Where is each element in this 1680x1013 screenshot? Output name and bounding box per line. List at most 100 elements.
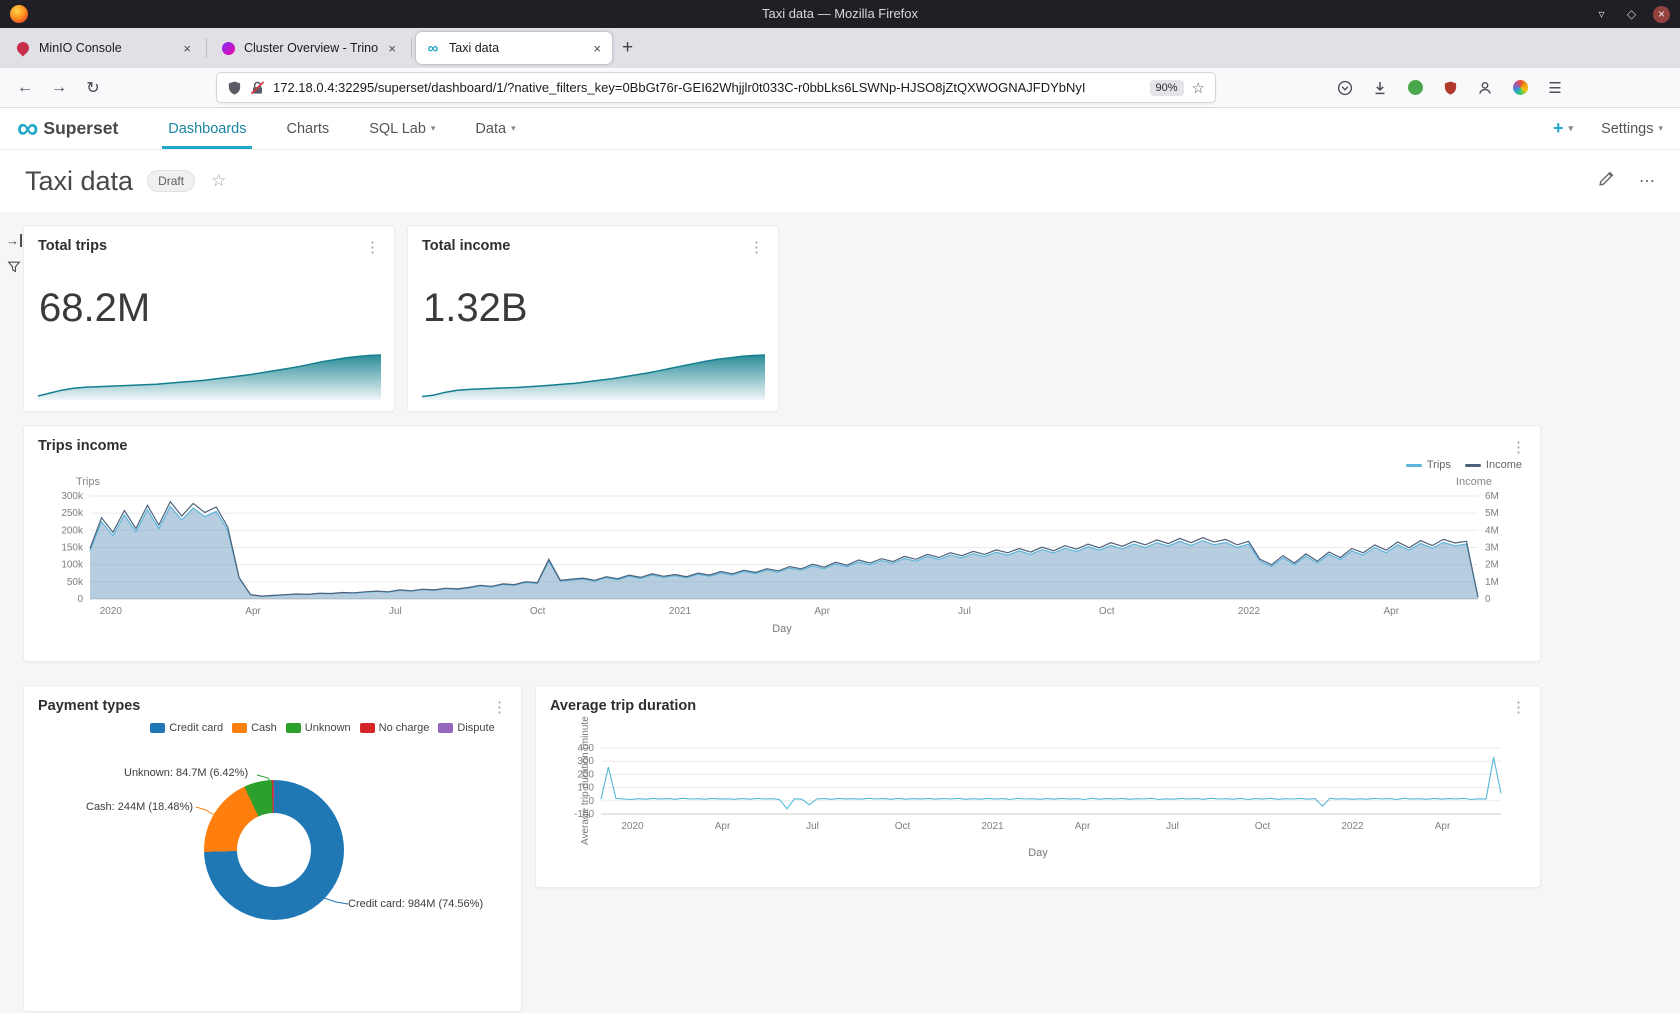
card-menu-button[interactable]: ⋮ bbox=[1511, 698, 1526, 716]
expand-filter-bar-icon[interactable]: → bbox=[6, 234, 22, 247]
trips-income-chart[interactable]: 300k6M250k5M200k4M150k3M100k2M50k1M00202… bbox=[40, 488, 1526, 623]
tab-close-icon[interactable]: × bbox=[591, 41, 603, 56]
tab-separator bbox=[411, 38, 412, 58]
tracking-shield-icon bbox=[227, 80, 242, 96]
legend-swatch-icon bbox=[438, 723, 453, 733]
forward-button[interactable]: → bbox=[44, 73, 74, 103]
firefox-window: Taxi data — Mozilla Firefox ▿ ◇ × MinIO … bbox=[0, 0, 1680, 1012]
tab-trino-cluster[interactable]: Cluster Overview - Trino × bbox=[211, 32, 407, 64]
svg-text:5M: 5M bbox=[1485, 508, 1499, 519]
svg-text:2022: 2022 bbox=[1238, 606, 1261, 617]
avg-duration-chart[interactable]: 4003002001000-1002020AprJulOct2021AprJul… bbox=[556, 742, 1516, 838]
legend-item[interactable]: Trips bbox=[1406, 459, 1451, 471]
svg-text:2021: 2021 bbox=[669, 606, 692, 617]
new-item-button[interactable]: +▾ bbox=[1553, 118, 1573, 139]
svg-text:-100: -100 bbox=[574, 809, 594, 820]
card-menu-button[interactable]: ⋮ bbox=[749, 238, 764, 256]
filter-bar-collapsed: → bbox=[6, 234, 22, 279]
slice-label-credit-card: Credit card: 984M (74.56%) bbox=[348, 898, 483, 910]
settings-label: Settings bbox=[1601, 121, 1653, 137]
svg-text:2022: 2022 bbox=[1341, 821, 1364, 832]
total-trips-card: Total trips ⋮ 68.2M bbox=[23, 225, 395, 412]
superset-favicon-icon: ∞ bbox=[425, 40, 441, 56]
svg-text:Jul: Jul bbox=[958, 606, 971, 617]
edit-dashboard-button[interactable] bbox=[1598, 170, 1615, 192]
svg-text:0: 0 bbox=[1485, 594, 1491, 605]
tab-minio-console[interactable]: MinIO Console × bbox=[6, 32, 202, 64]
chevron-down-icon: ▾ bbox=[431, 123, 436, 134]
account-button[interactable] bbox=[1476, 79, 1494, 97]
legend-label: Trips bbox=[1427, 459, 1451, 471]
browser-toolbar: ← → ↻ 172.18.0.4:32295/superset/dashboar… bbox=[0, 68, 1680, 108]
nav-dashboards[interactable]: Dashboards bbox=[148, 108, 266, 149]
legend-swatch-icon bbox=[1465, 464, 1481, 467]
nav-charts[interactable]: Charts bbox=[266, 108, 349, 149]
bookmark-star-icon[interactable]: ☆ bbox=[1192, 79, 1205, 97]
extension-colorful-icon[interactable] bbox=[1511, 79, 1529, 97]
pocket-button[interactable] bbox=[1336, 79, 1354, 97]
card-menu-button[interactable]: ⋮ bbox=[1511, 438, 1526, 456]
url-text: 172.18.0.4:32295/superset/dashboard/1/?n… bbox=[273, 80, 1142, 95]
app-header: ∞ Superset Dashboards Charts SQL Lab▾ Da… bbox=[0, 108, 1680, 150]
window-title: Taxi data — Mozilla Firefox bbox=[0, 0, 1680, 28]
chart-legend: Credit card Cash Unknown No charge Dispute bbox=[24, 722, 521, 734]
sparkline-chart[interactable] bbox=[38, 352, 381, 400]
card-menu-button[interactable]: ⋮ bbox=[365, 238, 380, 256]
svg-text:Apr: Apr bbox=[1075, 821, 1091, 832]
tab-taxi-data[interactable]: ∞ Taxi data × bbox=[416, 32, 612, 64]
sparkline-chart[interactable] bbox=[422, 352, 765, 400]
legend-label: Cash bbox=[251, 722, 277, 734]
svg-text:Oct: Oct bbox=[1099, 606, 1115, 617]
window-minimize-button[interactable]: ▿ bbox=[1593, 6, 1610, 23]
card-title: Trips income bbox=[38, 438, 127, 454]
zoom-indicator[interactable]: 90% bbox=[1150, 80, 1184, 96]
legend-item[interactable]: No charge bbox=[360, 722, 430, 734]
plus-icon: + bbox=[1553, 118, 1564, 139]
favorite-star-icon[interactable]: ☆ bbox=[211, 171, 226, 191]
reload-button[interactable]: ↻ bbox=[78, 73, 108, 103]
svg-text:6M: 6M bbox=[1485, 491, 1499, 502]
address-bar[interactable]: 172.18.0.4:32295/superset/dashboard/1/?n… bbox=[216, 72, 1216, 103]
legend-item[interactable]: Dispute bbox=[438, 722, 494, 734]
nav-data[interactable]: Data▾ bbox=[455, 108, 535, 149]
dashboard-header: Taxi data Draft ☆ ⋯ bbox=[0, 150, 1680, 212]
legend-swatch-icon bbox=[360, 723, 375, 733]
filter-icon[interactable] bbox=[7, 260, 21, 279]
svg-text:2021: 2021 bbox=[981, 821, 1004, 832]
menu-button[interactable]: ☰ bbox=[1546, 79, 1564, 97]
nav-label: Data bbox=[475, 121, 506, 137]
card-title: Payment types bbox=[38, 698, 140, 714]
legend-item[interactable]: Income bbox=[1465, 459, 1522, 471]
svg-text:300: 300 bbox=[577, 756, 594, 767]
svg-text:3M: 3M bbox=[1485, 543, 1499, 554]
svg-text:0: 0 bbox=[588, 796, 594, 807]
tab-strip: MinIO Console × Cluster Overview - Trino… bbox=[0, 28, 1680, 68]
draft-status-badge: Draft bbox=[147, 170, 195, 192]
x-axis-title: Day bbox=[536, 847, 1540, 859]
svg-text:Oct: Oct bbox=[530, 606, 546, 617]
extension-green-icon[interactable] bbox=[1406, 79, 1424, 97]
chevron-down-icon: ▾ bbox=[1658, 123, 1663, 134]
legend-item[interactable]: Unknown bbox=[286, 722, 351, 734]
tab-close-icon[interactable]: × bbox=[386, 41, 398, 56]
legend-item[interactable]: Credit card bbox=[150, 722, 223, 734]
new-tab-button[interactable]: + bbox=[622, 37, 633, 59]
svg-text:100k: 100k bbox=[61, 560, 84, 571]
dashboard-menu-button[interactable]: ⋯ bbox=[1639, 171, 1655, 191]
window-maximize-button[interactable]: ◇ bbox=[1623, 6, 1640, 23]
tab-close-icon[interactable]: × bbox=[181, 41, 193, 56]
legend-item[interactable]: Cash bbox=[232, 722, 277, 734]
svg-text:300k: 300k bbox=[61, 491, 84, 502]
svg-text:400: 400 bbox=[577, 743, 594, 754]
nav-label: Charts bbox=[286, 121, 329, 137]
card-menu-button[interactable]: ⋮ bbox=[492, 698, 507, 716]
settings-menu[interactable]: Settings ▾ bbox=[1601, 121, 1663, 137]
nav-sql-lab[interactable]: SQL Lab▾ bbox=[349, 108, 455, 149]
window-close-button[interactable]: × bbox=[1653, 6, 1670, 23]
ublock-extension-icon[interactable] bbox=[1441, 79, 1459, 97]
downloads-button[interactable] bbox=[1371, 79, 1389, 97]
chevron-down-icon: ▾ bbox=[1569, 123, 1574, 134]
svg-text:Apr: Apr bbox=[1435, 821, 1451, 832]
back-button[interactable]: ← bbox=[10, 73, 40, 103]
payment-donut-chart[interactable] bbox=[204, 780, 344, 920]
